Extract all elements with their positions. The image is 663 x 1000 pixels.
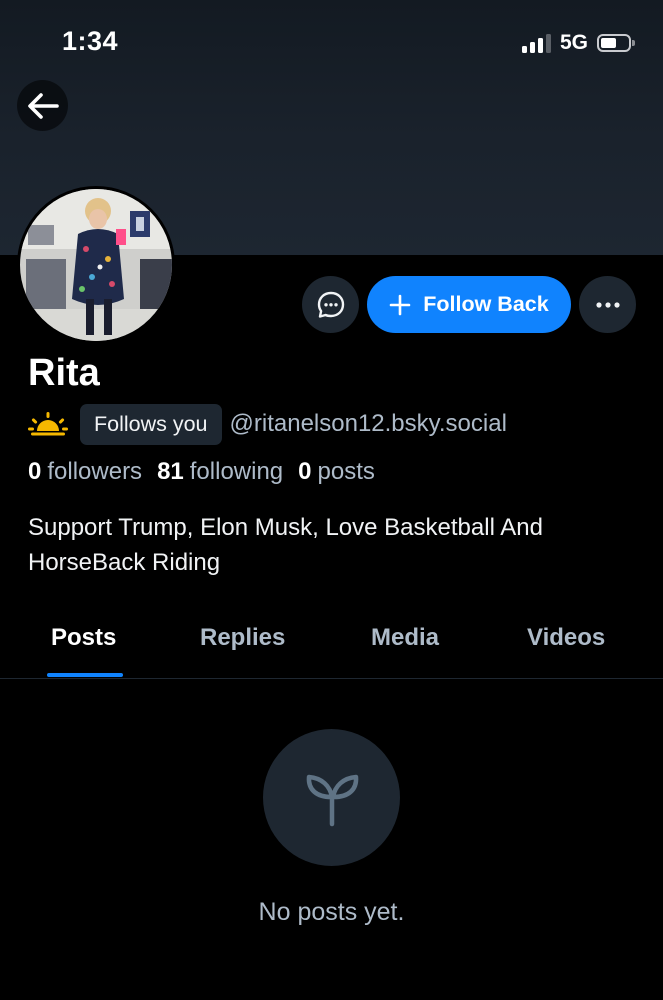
more-options-button[interactable] <box>579 276 636 333</box>
followers-label[interactable]: followers <box>47 458 142 486</box>
following-label[interactable]: following <box>190 458 283 486</box>
follow-back-label: Follow Back <box>423 292 549 316</box>
tab-media[interactable]: Media <box>371 624 439 652</box>
posts-count: 0 <box>298 458 312 485</box>
profile-photo <box>20 189 172 341</box>
arrow-left-icon <box>27 92 59 119</box>
network-type: 5G <box>559 31 588 54</box>
status-icons: 5G <box>521 30 635 56</box>
avatar[interactable] <box>17 186 175 344</box>
follows-you-label: Follows you <box>94 411 208 436</box>
followers-count[interactable]: 0 <box>28 458 41 486</box>
profile-meta-row: Follows you @ritanelson12.bsky.social <box>28 403 507 445</box>
profile-bio: Support Trump, Elon Musk, Love Basketbal… <box>28 514 543 576</box>
sunrise-icon <box>28 412 68 436</box>
profile-screen: 1:34 5G Follow Back Rita Follows you @ri… <box>0 0 663 1000</box>
cellular-signal-icon <box>521 33 551 53</box>
profile-tabs: Posts Replies Media Videos <box>0 606 663 679</box>
follow-back-button[interactable]: Follow Back <box>367 276 571 333</box>
display-name: Rita <box>28 352 100 394</box>
ellipsis-icon <box>595 301 620 308</box>
tab-posts[interactable]: Posts <box>51 624 116 652</box>
chat-bubble-icon <box>317 291 344 318</box>
sprout-icon <box>306 774 358 826</box>
empty-state-icon-circle <box>263 729 400 866</box>
battery-icon <box>597 34 635 52</box>
profile-stats: 0 followers 81 following 0 posts <box>28 458 390 486</box>
tab-videos[interactable]: Videos <box>527 624 605 652</box>
following-count[interactable]: 81 <box>157 458 184 486</box>
posts-label: posts <box>317 458 375 485</box>
follows-you-badge: Follows you <box>80 403 222 445</box>
profile-handle[interactable]: @ritanelson12.bsky.social <box>230 410 507 438</box>
active-tab-indicator <box>47 673 123 677</box>
status-time: 1:34 <box>62 26 119 56</box>
plus-icon <box>389 294 411 315</box>
tab-replies[interactable]: Replies <box>200 624 285 652</box>
empty-state-text: No posts yet. <box>258 898 405 926</box>
message-button[interactable] <box>302 276 359 333</box>
back-button[interactable] <box>17 80 68 131</box>
